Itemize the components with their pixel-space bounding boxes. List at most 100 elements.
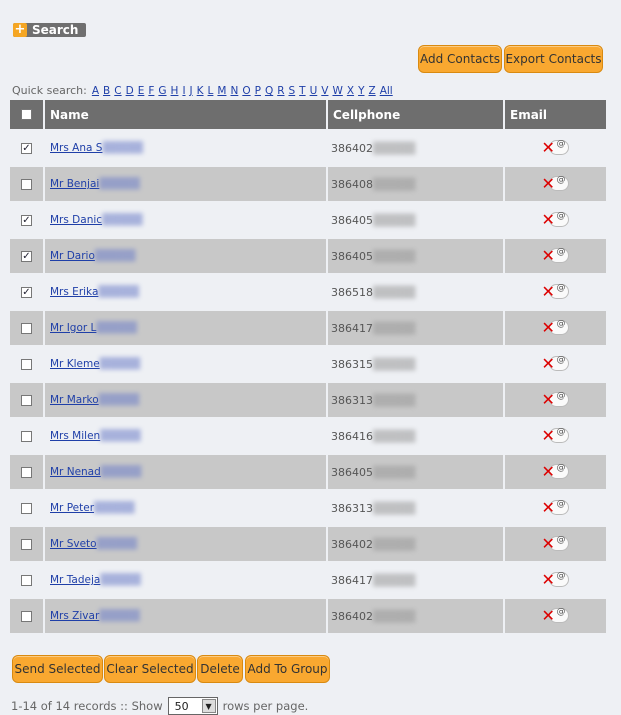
quick-search-letter[interactable]: R xyxy=(277,85,284,97)
quick-search-letter[interactable]: K xyxy=(197,85,204,97)
email-disabled-icon[interactable]: @ ✕ xyxy=(541,173,571,195)
email-disabled-icon[interactable]: @ ✕ xyxy=(541,353,571,375)
email-disabled-icon[interactable]: @ ✕ xyxy=(541,425,571,447)
email-disabled-icon[interactable]: @ ✕ xyxy=(541,389,571,411)
search-label: Search xyxy=(32,23,79,37)
row-checkbox[interactable] xyxy=(21,358,32,370)
email-disabled-icon[interactable]: @ ✕ xyxy=(541,137,571,159)
quick-search-letter[interactable]: O xyxy=(242,85,250,97)
contact-name-link[interactable]: Mr Kleme█████ xyxy=(50,358,140,370)
contact-name-link[interactable]: Mr Peter█████ xyxy=(50,502,134,514)
email-column-header: Email xyxy=(505,100,606,129)
row-checkbox[interactable] xyxy=(21,466,32,478)
row-checkbox[interactable]: ✓ xyxy=(21,250,32,262)
email-disabled-icon[interactable]: @ ✕ xyxy=(541,209,571,231)
email-disabled-icon[interactable]: @ ✕ xyxy=(541,245,571,267)
redacted-number: █████ xyxy=(373,429,416,443)
email-disabled-icon[interactable]: @ ✕ xyxy=(541,497,571,519)
contact-name-link[interactable]: Mrs Danic█████ xyxy=(50,214,142,226)
quick-search-letter[interactable]: A xyxy=(92,85,99,97)
quick-search-letter[interactable]: Z xyxy=(368,85,375,97)
row-checkbox[interactable] xyxy=(21,502,32,514)
clear-selected-button[interactable]: Clear Selected xyxy=(104,655,196,683)
contact-name-link[interactable]: Mr Igor L█████ xyxy=(50,322,137,334)
row-select-cell xyxy=(10,527,43,561)
quick-search-letter[interactable]: F xyxy=(148,85,154,97)
quick-search-letter[interactable]: All xyxy=(380,85,393,97)
contact-name-link[interactable]: Mrs Milen█████ xyxy=(50,430,141,442)
contact-name-link[interactable]: Mr Benjai█████ xyxy=(50,178,140,190)
contact-name-link[interactable]: Mrs Ana S█████ xyxy=(50,142,143,154)
contact-name-link[interactable]: Mrs Zivar█████ xyxy=(50,610,140,622)
rows-per-page-select[interactable]: 50 ▼ xyxy=(167,697,218,715)
email-disabled-icon[interactable]: @ ✕ xyxy=(541,281,571,303)
add-to-group-button[interactable]: Add To Group xyxy=(245,655,330,683)
email-disabled-icon[interactable]: @ ✕ xyxy=(541,569,571,591)
email-disabled-icon[interactable]: @ ✕ xyxy=(541,605,571,627)
name-cell: Mr Benjai█████ xyxy=(45,167,326,201)
contact-name-link[interactable]: Mr Nenad█████ xyxy=(50,466,141,478)
name-cell: Mr Nenad█████ xyxy=(45,455,326,489)
quick-search-letter[interactable]: V xyxy=(321,85,328,97)
quick-search-letter[interactable]: Y xyxy=(358,85,364,97)
row-checkbox[interactable]: ✓ xyxy=(21,286,32,298)
contact-name-link[interactable]: Mr Sveto█████ xyxy=(50,538,137,550)
table-row: Mrs Zivar█████ 386402 █████ @ ✕ xyxy=(10,599,606,633)
row-checkbox[interactable]: ✓ xyxy=(21,214,32,226)
row-checkbox[interactable] xyxy=(21,394,32,406)
cellphone-number: 386417 xyxy=(331,321,373,335)
quick-search-letter[interactable]: H xyxy=(171,85,179,97)
row-checkbox[interactable] xyxy=(21,430,32,442)
email-cell: @ ✕ xyxy=(505,419,606,453)
quick-search-letter[interactable]: N xyxy=(230,85,238,97)
delete-button[interactable]: Delete xyxy=(197,655,243,683)
contact-name: Mr Sveto xyxy=(50,538,97,550)
name-cell: Mrs Erika█████ xyxy=(45,275,326,309)
email-disabled-icon[interactable]: @ ✕ xyxy=(541,533,571,555)
send-selected-button[interactable]: Send Selected xyxy=(12,655,103,683)
contact-name-link[interactable]: Mr Tadeja█████ xyxy=(50,574,141,586)
quick-search-letter[interactable]: P xyxy=(255,85,261,97)
row-checkbox[interactable] xyxy=(21,178,32,190)
quick-search-letter[interactable]: E xyxy=(138,85,145,97)
export-contacts-button[interactable]: Export Contacts xyxy=(504,45,603,73)
row-select-cell xyxy=(10,383,43,417)
redacted-surname: █████ xyxy=(96,322,137,334)
row-checkbox[interactable]: ✓ xyxy=(21,142,32,154)
email-cell: @ ✕ xyxy=(505,167,606,201)
quick-search-letter[interactable]: C xyxy=(114,85,121,97)
search-toggle-button[interactable]: + Search xyxy=(13,23,86,37)
quick-search-letter[interactable]: D xyxy=(126,85,134,97)
row-checkbox[interactable] xyxy=(21,538,32,550)
contact-name-link[interactable]: Mr Dario█████ xyxy=(50,250,135,262)
add-contacts-button[interactable]: Add Contacts xyxy=(418,45,502,73)
select-all-checkbox[interactable] xyxy=(21,109,32,120)
row-checkbox[interactable] xyxy=(21,610,32,622)
quick-search-letter[interactable]: T xyxy=(299,85,305,97)
cellphone-column-header[interactable]: Cellphone xyxy=(328,100,503,129)
contact-name: Mr Tadeja xyxy=(50,574,101,586)
redacted-surname: █████ xyxy=(99,178,140,190)
quick-search-letter[interactable]: U xyxy=(310,85,318,97)
contact-name-link[interactable]: Mr Marko█████ xyxy=(50,394,139,406)
quick-search-letter[interactable]: W xyxy=(332,85,342,97)
quick-search-letter[interactable]: G xyxy=(158,85,166,97)
quick-search-letter[interactable]: Q xyxy=(265,85,273,97)
redacted-surname: █████ xyxy=(98,394,140,406)
quick-search-letter[interactable]: S xyxy=(289,85,296,97)
quick-search-letter[interactable]: J xyxy=(190,85,193,97)
contact-name: Mr Benjai xyxy=(50,178,100,190)
quick-search-letter[interactable]: L xyxy=(208,85,214,97)
email-disabled-icon[interactable]: @ ✕ xyxy=(541,317,571,339)
quick-search-letter[interactable]: X xyxy=(347,85,354,97)
contact-name-link[interactable]: Mrs Erika█████ xyxy=(50,286,139,298)
cellphone-number: 386402 xyxy=(331,537,373,551)
quick-search-letter[interactable]: M xyxy=(217,85,226,97)
row-checkbox[interactable] xyxy=(21,322,32,334)
quick-search-letter[interactable]: B xyxy=(103,85,110,97)
row-checkbox[interactable] xyxy=(21,574,32,586)
name-column-header[interactable]: Name xyxy=(45,100,326,129)
email-cell: @ ✕ xyxy=(505,563,606,597)
quick-search-letter[interactable]: I xyxy=(182,85,185,97)
email-disabled-icon[interactable]: @ ✕ xyxy=(541,461,571,483)
